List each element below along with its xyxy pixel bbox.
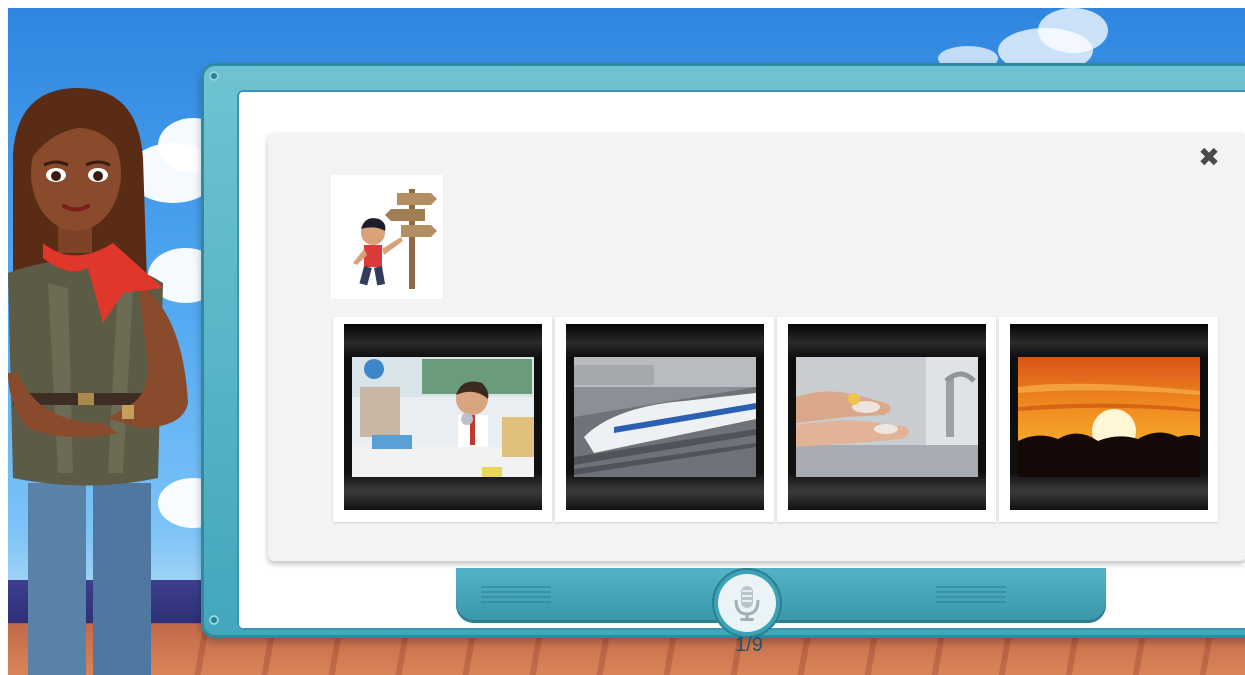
vent <box>936 586 1006 604</box>
presenter-character <box>8 88 188 675</box>
bolt <box>209 71 219 81</box>
hand-washing-photo <box>796 357 978 477</box>
photo-frame <box>788 324 986 510</box>
bolt <box>209 615 219 625</box>
option-card-handwashing[interactable] <box>777 317 996 522</box>
photo-frame <box>344 324 542 510</box>
classroom-photo <box>352 357 534 477</box>
close-icon: ✖ <box>1198 143 1220 173</box>
question-dialog: ✖ <box>268 133 1245 561</box>
page-counter: 1/9 <box>735 634 763 656</box>
option-card-train[interactable] <box>555 317 774 522</box>
close-button[interactable]: ✖ <box>1194 143 1224 173</box>
option-card-classroom[interactable] <box>333 317 552 522</box>
photo-frame <box>566 324 764 510</box>
answer-options <box>333 317 1218 522</box>
monitor-base <box>456 568 1106 623</box>
boy-with-signpost-illustration <box>353 189 437 289</box>
prompt-picture <box>331 175 443 299</box>
cloud <box>1038 8 1108 53</box>
vent <box>481 586 551 604</box>
photo-frame <box>1010 324 1208 510</box>
microphone-icon <box>734 586 760 621</box>
microphone-button[interactable] <box>718 574 776 632</box>
option-card-sunset[interactable] <box>999 317 1218 522</box>
sunset-photo <box>1018 357 1200 477</box>
bullet-train-photo <box>574 357 756 477</box>
